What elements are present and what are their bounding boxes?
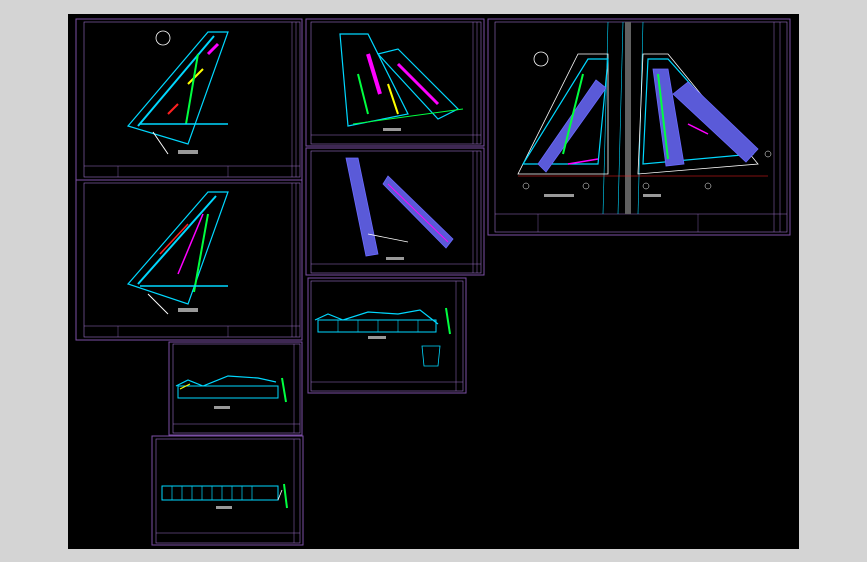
cad-drawing-viewport[interactable]	[68, 14, 799, 549]
drawing-canvas	[75, 18, 791, 546]
sheet-plan-2[interactable]	[75, 179, 303, 341]
sheet-plan-5[interactable]	[487, 18, 791, 236]
sheet-plan-3[interactable]	[305, 18, 485, 147]
sheet-plan-1[interactable]	[75, 18, 303, 181]
sheet-plan-4[interactable]	[305, 147, 485, 276]
sheet-elevation-1[interactable]	[307, 277, 467, 394]
sheet-elevation-2[interactable]	[168, 341, 303, 436]
sheet-elevation-3[interactable]	[151, 435, 304, 546]
